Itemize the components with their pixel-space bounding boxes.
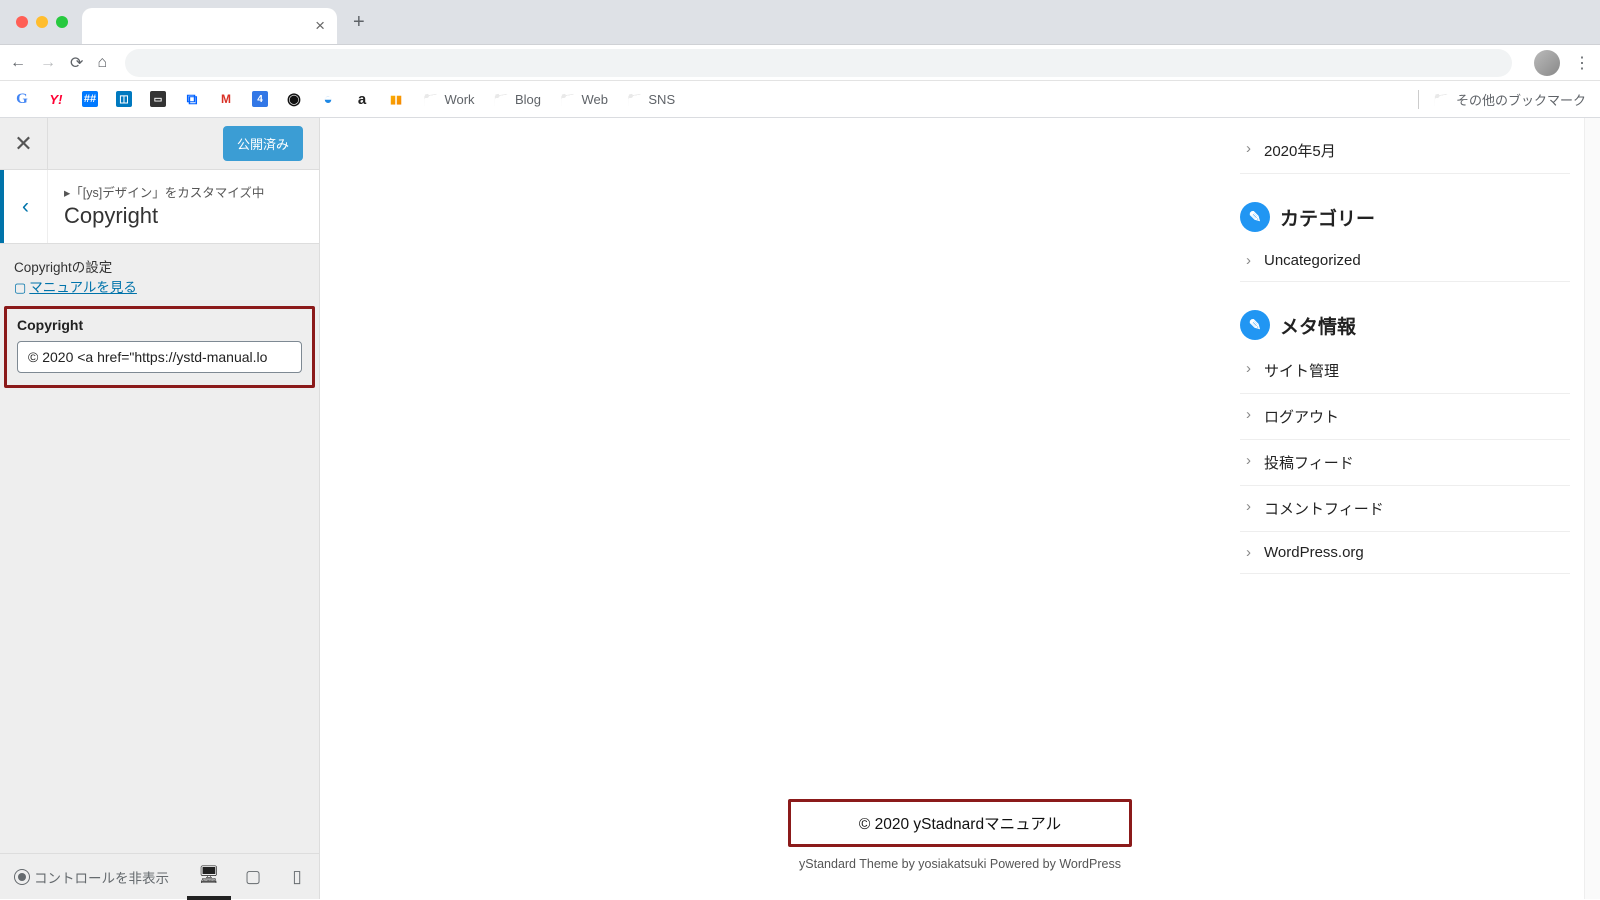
new-tab-button[interactable]: + xyxy=(353,11,365,34)
pencil-icon: ✎ xyxy=(1240,202,1270,232)
tab-bar: × + xyxy=(0,0,1600,45)
bookmark-trello-icon[interactable]: ◫ xyxy=(116,91,132,107)
bookmark-analytics-icon[interactable]: ▮▮ xyxy=(388,91,404,107)
forward-icon: → xyxy=(40,54,56,72)
bookmarks-bar: G Y! ## ◫ ▭ ⧉ M 4 ◉ ◒ a ▮▮ Work Blog Web… xyxy=(0,81,1600,118)
url-input[interactable] xyxy=(125,49,1512,77)
bookmark-calendar-icon[interactable]: 4 xyxy=(252,91,268,107)
publish-button[interactable]: 公開済み xyxy=(223,126,303,161)
device-toggle: 🖥 ▢ ▯ xyxy=(187,854,319,900)
bookmark-folder-work[interactable]: Work xyxy=(422,91,475,108)
maximize-window-icon[interactable] xyxy=(56,16,68,28)
customizer-panel: ✕ 公開済み ‹ ▸「[ys]デザイン」をカスタマイズ中 Copyright C… xyxy=(0,118,320,899)
hide-controls-button[interactable]: コントロールを非表示 xyxy=(14,867,169,887)
breadcrumb: ‹ ▸「[ys]デザイン」をカスタマイズ中 Copyright xyxy=(0,170,319,244)
tab-close-icon[interactable]: × xyxy=(315,16,325,36)
archive-item[interactable]: 2020年5月 xyxy=(1240,128,1570,174)
bookmark-folder-sns[interactable]: SNS xyxy=(626,91,675,108)
back-icon[interactable]: ← xyxy=(10,54,26,72)
close-customizer-icon[interactable]: ✕ xyxy=(0,118,48,170)
section-description: Copyrightの設定 ▢マニュアルを見る xyxy=(0,244,319,306)
bookmark-gmail-icon[interactable]: M xyxy=(218,91,234,107)
meta-item[interactable]: WordPress.org xyxy=(1240,532,1570,574)
eye-icon xyxy=(18,873,26,881)
bookmark-screen-icon[interactable]: ▭ xyxy=(150,91,166,107)
breadcrumb-title: Copyright xyxy=(64,203,303,229)
window-controls xyxy=(16,16,68,28)
meta-item[interactable]: 投稿フィード xyxy=(1240,440,1570,486)
bookmark-amazon-icon[interactable]: a xyxy=(354,91,370,107)
breadcrumb-path: ▸「[ys]デザイン」をカスタマイズ中 xyxy=(64,182,303,201)
browser-chrome: × + ← → ⟳ ⌂ ⋮ G Y! ## ◫ ▭ ⧉ M 4 ◉ ◒ a ▮▮… xyxy=(0,0,1600,118)
browser-tab[interactable]: × xyxy=(82,8,337,44)
pencil-icon: ✎ xyxy=(1240,310,1270,340)
preview-sidebar: 2020年5月 ✎ カテゴリー Uncategorized ✎ メタ情報 サイト… xyxy=(1240,128,1570,574)
preview-footer: © 2020 yStadnardマニュアル yStandard Theme by… xyxy=(320,781,1600,899)
scrollbar[interactable] xyxy=(1584,118,1600,899)
highlighted-field-group: Copyright xyxy=(4,306,315,388)
bookmark-folder-web[interactable]: Web xyxy=(559,91,608,108)
other-bookmarks[interactable]: その他のブックマーク xyxy=(1418,90,1586,109)
device-tablet-icon[interactable]: ▢ xyxy=(231,854,275,900)
copyright-input[interactable] xyxy=(17,341,302,373)
section-desc-text: Copyrightの設定 xyxy=(14,256,305,276)
widget-heading-meta: ✎ メタ情報 xyxy=(1240,310,1570,340)
customizer-footer: コントロールを非表示 🖥 ▢ ▯ xyxy=(0,853,319,899)
meta-item[interactable]: ログアウト xyxy=(1240,394,1570,440)
device-desktop-icon[interactable]: 🖥 xyxy=(187,854,231,900)
minimize-window-icon[interactable] xyxy=(36,16,48,28)
bookmark-dropbox-icon[interactable]: ⧉ xyxy=(184,91,200,107)
category-item[interactable]: Uncategorized xyxy=(1240,240,1570,282)
meta-item[interactable]: サイト管理 xyxy=(1240,348,1570,394)
bookmark-github-icon[interactable]: ◉ xyxy=(286,91,302,107)
menu-icon[interactable]: ⋮ xyxy=(1574,53,1590,73)
meta-item[interactable]: コメントフィード xyxy=(1240,486,1570,532)
manual-link[interactable]: マニュアルを見る xyxy=(29,280,137,295)
reload-icon[interactable]: ⟳ xyxy=(70,53,83,73)
bookmark-folder-blog[interactable]: Blog xyxy=(493,91,541,108)
widget-heading-category: ✎ カテゴリー xyxy=(1240,202,1570,232)
footer-credit: yStandard Theme by yosiakatsuki Powered … xyxy=(320,857,1600,871)
breadcrumb-back-icon[interactable]: ‹ xyxy=(0,170,48,243)
bookmark-google-icon[interactable]: G xyxy=(14,91,30,107)
bookmark-yahoo-icon[interactable]: Y! xyxy=(48,91,64,107)
profile-avatar[interactable] xyxy=(1534,50,1560,76)
home-icon[interactable]: ⌂ xyxy=(97,54,107,72)
address-bar: ← → ⟳ ⌂ ⋮ xyxy=(0,45,1600,81)
copyright-field-label: Copyright xyxy=(17,317,302,333)
customizer-header: ✕ 公開済み xyxy=(0,118,319,170)
footer-copyright: © 2020 yStadnardマニュアル xyxy=(788,799,1132,847)
bookmark-messenger-icon[interactable]: ◒ xyxy=(320,91,336,107)
site-preview: 2020年5月 ✎ カテゴリー Uncategorized ✎ メタ情報 サイト… xyxy=(320,118,1600,899)
device-mobile-icon[interactable]: ▯ xyxy=(275,854,319,900)
bookmark-hash-icon[interactable]: ## xyxy=(82,91,98,107)
book-icon: ▢ xyxy=(14,280,26,295)
app-body: ✕ 公開済み ‹ ▸「[ys]デザイン」をカスタマイズ中 Copyright C… xyxy=(0,118,1600,899)
close-window-icon[interactable] xyxy=(16,16,28,28)
